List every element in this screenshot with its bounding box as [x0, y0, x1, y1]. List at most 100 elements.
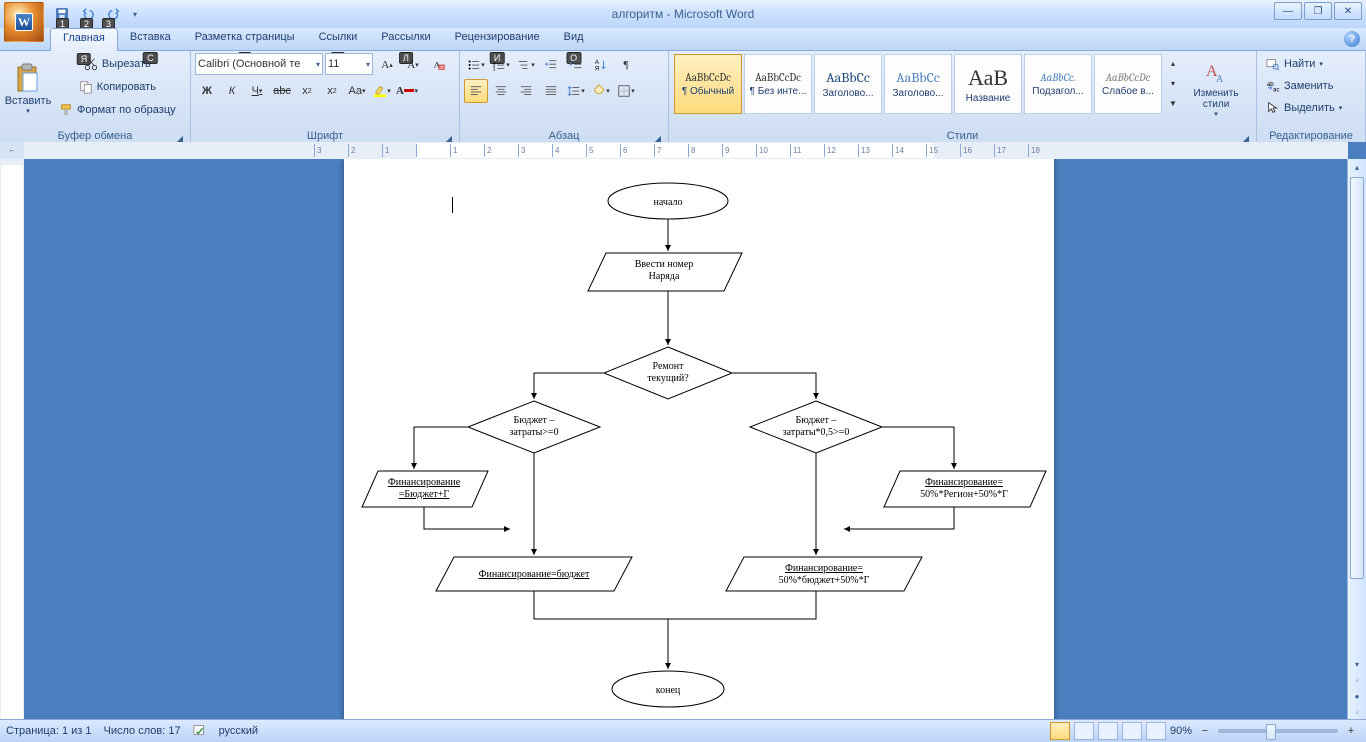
style-item[interactable]: АаВНазвание [954, 54, 1022, 114]
zoom-in-button[interactable]: + [1342, 722, 1360, 740]
multilevel-button[interactable]: ▾ [514, 53, 538, 77]
page[interactable]: начало Ввести номер Наряда Ремонт текущи… [344, 159, 1054, 720]
tab-page-layout[interactable]: Разметка страницыЗ [183, 28, 307, 50]
style-item[interactable]: AaBbCcЗаголово... [884, 54, 952, 114]
find-button[interactable]: Найти▾ [1261, 53, 1328, 75]
line-spacing-button[interactable]: ▾ [564, 79, 588, 103]
view-outline[interactable] [1122, 722, 1142, 740]
maximize-button[interactable]: ❐ [1304, 2, 1332, 20]
document-area: ⌐ 321123456789101112131415161718 начало … [0, 142, 1366, 720]
zoom-slider-thumb[interactable] [1266, 724, 1276, 740]
status-language[interactable]: русский [219, 725, 258, 737]
view-full-screen[interactable] [1074, 722, 1094, 740]
highlight-button[interactable]: ▾ [370, 79, 394, 103]
underline-button[interactable]: Ч▾ [245, 79, 269, 103]
styles-scroll-down[interactable]: ▾ [1165, 73, 1181, 93]
minimize-button[interactable]: — [1274, 2, 1302, 20]
change-styles-button[interactable]: AA Изменить стили▾ [1185, 53, 1247, 125]
prev-page-button[interactable]: ◦ [1348, 672, 1366, 688]
style-item[interactable]: AaBbCc.Подзагол... [1024, 54, 1092, 114]
decrease-indent-button[interactable] [539, 53, 563, 77]
paste-button[interactable]: Вставить▾ [4, 53, 52, 125]
styles-expand[interactable]: ▼ [1165, 93, 1181, 113]
align-left-button[interactable] [464, 79, 488, 103]
scroll-thumb[interactable] [1350, 177, 1364, 579]
office-button[interactable] [4, 2, 44, 42]
select-button[interactable]: Выделить▾ [1261, 97, 1347, 119]
show-marks-button[interactable]: ¶ [614, 53, 638, 77]
svg-text:A: A [1216, 74, 1224, 85]
tab-references[interactable]: СсылкиС [307, 28, 370, 50]
status-words[interactable]: Число слов: 17 [104, 725, 181, 737]
grow-font-button[interactable]: A▴ [375, 53, 399, 77]
window-title: алгоритм - Microsoft Word [612, 7, 755, 21]
svg-text:Финансирование=бюджет: Финансирование=бюджет [479, 569, 590, 580]
tab-mailings[interactable]: РассылкиЛ [369, 28, 442, 50]
qat-customize-button[interactable]: ▾ [128, 3, 142, 25]
cut-button[interactable]: Вырезать [54, 53, 181, 75]
group-editing: Найти▾ abacЗаменить Выделить▾ Редактиров… [1257, 51, 1366, 143]
horizontal-ruler[interactable]: 321123456789101112131415161718 [24, 142, 1348, 160]
styles-gallery[interactable]: AaBbCcDc¶ ОбычныйAaBbCcDc¶ Без инте...Aa… [673, 53, 1163, 119]
superscript-button[interactable]: x2 [320, 79, 344, 103]
status-page[interactable]: Страница: 1 из 1 [6, 725, 92, 737]
replace-button[interactable]: abacЗаменить [1261, 75, 1338, 97]
strikethrough-button[interactable]: abc [270, 79, 294, 103]
styles-scroll-up[interactable]: ▴ [1165, 53, 1181, 73]
align-right-button[interactable] [514, 79, 538, 103]
view-print-layout[interactable] [1050, 722, 1070, 740]
sort-button[interactable]: AЯ [589, 53, 613, 77]
subscript-button[interactable]: x2 [295, 79, 319, 103]
svg-text:Финансирование=: Финансирование= [785, 563, 863, 574]
tab-review[interactable]: РецензированиеИ [443, 28, 552, 50]
status-proofing-icon[interactable] [193, 723, 207, 740]
font-name-combo[interactable]: Calibri (Основной те▾ [195, 53, 323, 75]
browse-object-button[interactable]: ● [1348, 688, 1366, 704]
tab-home[interactable]: ГлавнаяЯ [50, 28, 118, 51]
justify-button[interactable] [539, 79, 563, 103]
tab-insert[interactable]: ВставкаС [118, 28, 183, 50]
change-case-button[interactable]: Aa▾ [345, 79, 369, 103]
view-draft[interactable] [1146, 722, 1166, 740]
tab-view[interactable]: ВидО [552, 28, 596, 50]
scroll-up-button[interactable]: ▴ [1348, 159, 1366, 175]
style-item[interactable]: AaBbCcDc¶ Обычный [674, 54, 742, 114]
zoom-level[interactable]: 90% [1170, 725, 1192, 737]
svg-text:Финансирование=: Финансирование= [925, 477, 1003, 488]
view-web-layout[interactable] [1098, 722, 1118, 740]
style-item[interactable]: AaBbCcDc¶ Без инте... [744, 54, 812, 114]
style-item[interactable]: AaBbCcЗаголово... [814, 54, 882, 114]
numbering-button[interactable]: 123▾ [489, 53, 513, 77]
svg-text:конец: конец [656, 685, 681, 696]
shading-button[interactable]: ▾ [589, 79, 613, 103]
svg-text:3: 3 [493, 66, 496, 71]
vertical-ruler[interactable] [0, 159, 25, 720]
ruler-corner[interactable]: ⌐ [0, 142, 25, 160]
next-page-button[interactable]: ◦ [1348, 704, 1366, 720]
svg-text:Бюджет –: Бюджет – [514, 415, 556, 426]
font-color-button[interactable]: A▾ [395, 79, 419, 103]
format-painter-button[interactable]: Формат по образцу [54, 99, 181, 121]
help-button[interactable]: ? [1344, 31, 1360, 47]
italic-button[interactable]: К [220, 79, 244, 103]
svg-text:текущий?: текущий? [647, 373, 689, 384]
document-scroll[interactable]: начало Ввести номер Наряда Ремонт текущи… [24, 159, 1348, 720]
scroll-down-button[interactable]: ▾ [1348, 656, 1366, 672]
zoom-slider[interactable] [1218, 729, 1338, 733]
shrink-font-button[interactable]: A▾ [401, 53, 425, 77]
increase-indent-button[interactable] [564, 53, 588, 77]
ribbon: Вставить▾ Вырезать Копировать Формат по … [0, 51, 1366, 144]
bullets-button[interactable]: ▾ [464, 53, 488, 77]
clear-formatting-button[interactable]: A [427, 53, 451, 77]
vertical-scrollbar[interactable]: ▴ ▾ ◦ ● ◦ [1347, 159, 1366, 720]
flowchart: начало Ввести номер Наряда Ремонт текущи… [344, 159, 1054, 720]
align-center-button[interactable] [489, 79, 513, 103]
close-button[interactable]: ✕ [1334, 2, 1362, 20]
font-size-combo[interactable]: 11▾ [325, 53, 373, 75]
borders-button[interactable]: ▾ [614, 79, 638, 103]
copy-button[interactable]: Копировать [54, 76, 181, 98]
style-item[interactable]: AaBbCcDcСлабое в... [1094, 54, 1162, 114]
window-controls: — ❐ ✕ [1272, 2, 1362, 20]
bold-button[interactable]: Ж [195, 79, 219, 103]
zoom-out-button[interactable]: − [1196, 722, 1214, 740]
